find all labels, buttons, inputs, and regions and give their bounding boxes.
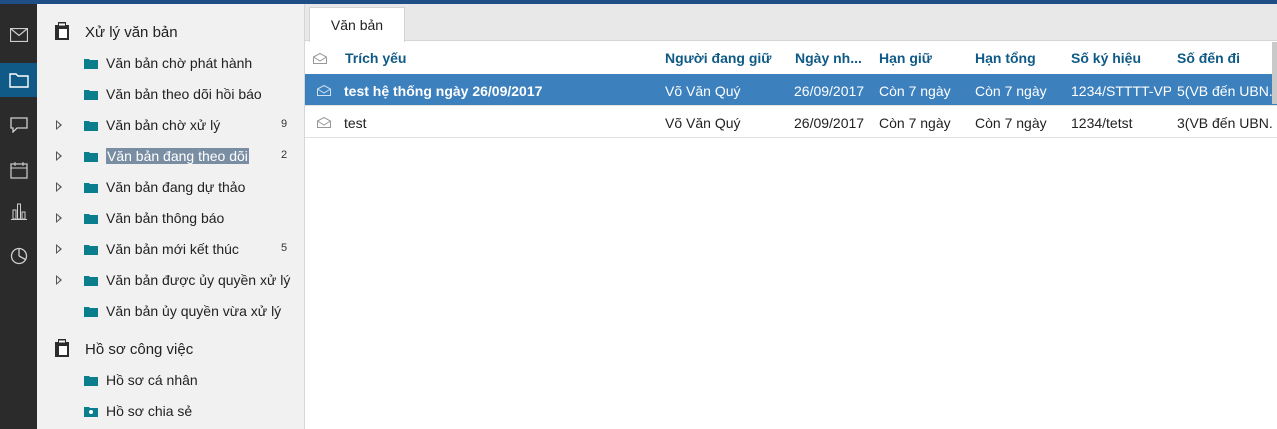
cell-hold-deadline: Còn 7 ngày [879,83,951,99]
folder-icon [84,152,98,162]
envelope-icon [317,117,331,128]
column-header-received-date[interactable]: Ngày nh... [795,50,862,66]
mail-nav-button[interactable] [0,18,37,52]
folder-nav-button[interactable] [0,63,37,97]
folder-icon [84,276,98,286]
vertical-scrollbar[interactable] [1272,42,1277,104]
folder-icon [84,307,98,317]
column-header-holder[interactable]: Người đang giữ [665,50,771,66]
tree-item-shared-files[interactable]: Hồ sơ chia sẻ [37,397,305,425]
tree-group-work-files[interactable]: Hồ sơ công việc [37,335,305,363]
folder-icon [84,90,98,100]
expand-arrow-icon[interactable] [56,182,62,192]
calendar-icon [9,162,28,179]
tree-item-label: Văn bản được ủy quyền xử lý [106,272,291,288]
folder-icon [84,121,98,131]
folder-icon [84,245,98,255]
table-row[interactable]: test Võ Văn Quý 26/09/2017 Còn 7 ngày Cò… [305,106,1277,138]
cell-holder: Võ Văn Quý [665,83,741,99]
cell-total-deadline: Còn 7 ngày [975,83,1047,99]
folder-icon [84,214,98,224]
tree-item-drafting[interactable]: Văn bản đang dự thảo [37,173,305,201]
cell-symbol: 1234/tetst [1071,115,1133,131]
calendar-nav-button[interactable] [0,153,37,187]
tree-group-label: Hồ sơ công việc [85,341,194,358]
tree-item-pending-processing[interactable]: Văn bản chờ xử lý 9 [37,111,305,139]
cell-in-out: 5(VB đến UBN... [1177,83,1273,99]
tab-strip: Văn bản [305,4,1277,42]
expand-arrow-icon[interactable] [56,151,62,161]
cell-hold-deadline: Còn 7 ngày [879,115,951,131]
expand-arrow-icon[interactable] [56,213,62,223]
tree-item-label: Văn bản thông báo [106,210,225,226]
column-header-subject[interactable]: Trích yếu [345,50,406,66]
report-nav-button[interactable] [0,239,37,273]
tree-item-pending-release[interactable]: Văn bản chờ phát hành [37,49,305,77]
cell-holder: Võ Văn Quý [665,115,741,131]
tree-group-label: Xử lý văn bản [85,24,178,41]
tree-item-label: Hồ sơ cá nhân [106,372,198,388]
pie-chart-icon [10,247,27,265]
bar-chart-icon [10,203,27,220]
grid-header: Trích yếu Người đang giữ Ngày nh... Hạn … [305,42,1277,74]
tree-item-count: 5 [281,242,288,254]
cell-in-out: 3(VB đến UBN... [1177,115,1273,131]
expand-arrow-icon[interactable] [56,120,62,130]
document-list-pane: Văn bản Trích yếu Người đang giữ Ngày nh… [305,4,1277,429]
tree-item-label: Văn bản mới kết thúc [106,241,239,257]
tree-item-label: Văn bản đang dự thảo [106,179,246,195]
tree-item-label: Văn bản theo dõi hồi báo [106,86,262,102]
tree-item-recently-finished[interactable]: Văn bản mới kết thúc 5 [37,235,305,263]
tree-item-delegation-processed[interactable]: Văn bản ủy quyền vừa xử lý [37,297,305,325]
tree-item-label: Văn bản chờ phát hành [106,55,253,71]
expand-arrow-icon[interactable] [56,275,62,285]
cell-date: 26/09/2017 [794,83,865,99]
cell-subject: test [344,115,367,131]
column-header-symbol[interactable]: Số ký hiệu [1071,50,1141,66]
cell-subject: test hệ thống ngày 26/09/2017 [344,83,543,99]
tree-item-label: Văn bản ủy quyền vừa xử lý [106,303,282,319]
tree-item-count: 2 [281,149,288,161]
chat-nav-button[interactable] [0,108,37,142]
column-header-total-deadline[interactable]: Hạn tổng [975,50,1036,66]
cell-total-deadline: Còn 7 ngày [975,115,1047,131]
clipboard-icon [55,339,69,357]
folder-icon [84,183,98,193]
folder-icon [8,73,29,88]
folder-icon [84,376,98,386]
shared-folder-icon [84,407,98,417]
tree-item-notices[interactable]: Văn bản thông báo [37,204,305,232]
tree-item-following[interactable]: Văn bản đang theo dõi 2 [37,142,305,170]
clipboard-icon [55,22,69,40]
envelope-icon [317,85,331,96]
tree-item-personal-files[interactable]: Hồ sơ cá nhân [37,366,305,394]
tree-item-tracking-replies[interactable]: Văn bản theo dõi hồi báo [37,80,305,108]
left-icon-rail [0,4,37,429]
tree-item-label-selected: Văn bản đang theo dõi [106,148,249,164]
column-header-hold-deadline[interactable]: Hạn giữ [879,50,932,66]
tree-item-label: Hồ sơ chia sẻ [106,403,193,419]
chat-icon [9,117,28,133]
cell-symbol: 1234/STTTT-VP [1071,83,1171,99]
cell-date: 26/09/2017 [794,115,865,131]
tree-item-delegated[interactable]: Văn bản được ủy quyền xử lý [37,266,305,294]
mail-icon [9,28,28,42]
table-row[interactable]: test hệ thống ngày 26/09/2017 Võ Văn Quý… [305,74,1277,106]
tree-item-count: 9 [281,118,288,130]
folder-tree-pane: Xử lý văn bản Văn bản chờ phát hành Văn … [37,4,305,429]
tree-item-label: Văn bản chờ xử lý [106,117,221,133]
envelope-icon [313,53,327,64]
statistics-nav-button[interactable] [0,194,37,228]
expand-arrow-icon[interactable] [56,244,62,254]
tree-group-document-processing[interactable]: Xử lý văn bản [37,18,305,46]
tab-documents[interactable]: Văn bản [309,7,405,42]
folder-icon [84,59,98,69]
column-header-in-out-number[interactable]: Số đến đi [1177,50,1240,66]
